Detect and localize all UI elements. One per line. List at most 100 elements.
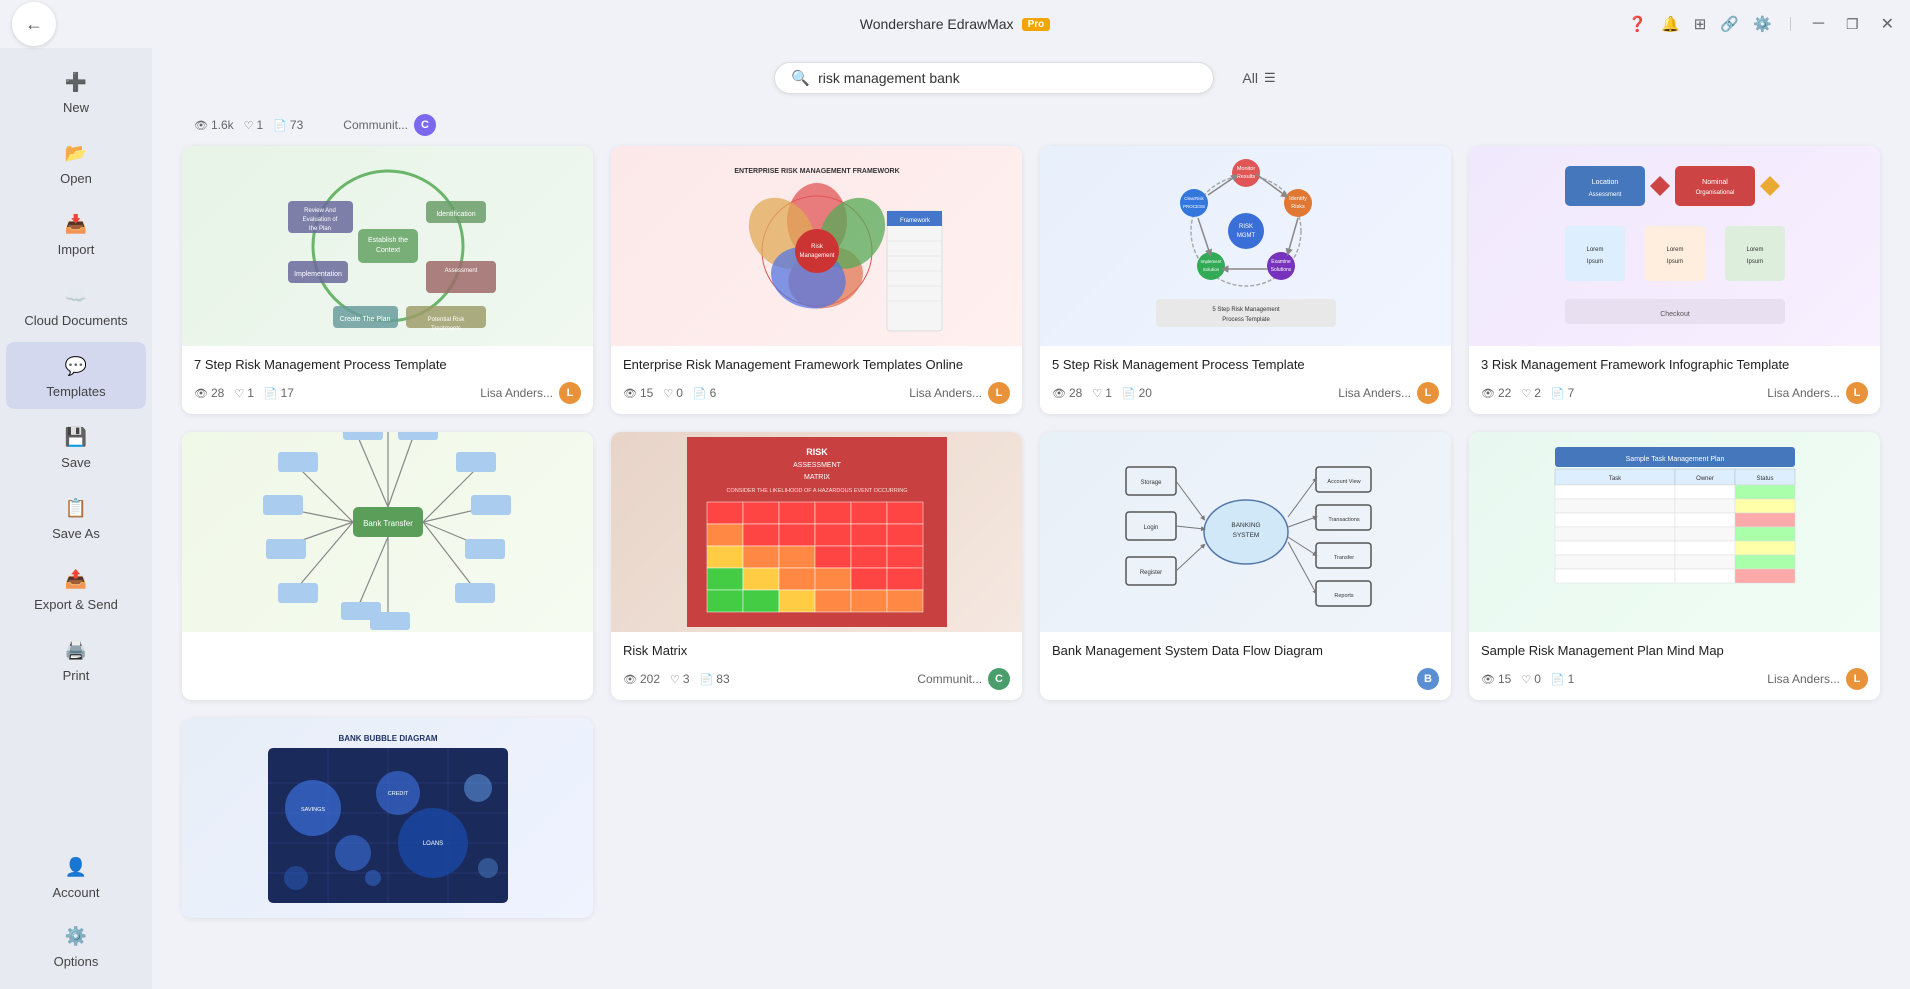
sidebar-item-options[interactable]: ⚙️ Options bbox=[6, 912, 146, 979]
card-riskmatrix[interactable]: RISK ASSESSMENT MATRIX CONSIDER THE LIKE… bbox=[611, 432, 1022, 700]
card-7step[interactable]: Establish the Context Review And Evaluat… bbox=[182, 146, 593, 414]
svg-text:Evaluation of: Evaluation of bbox=[302, 217, 337, 223]
thumb-svg-7step: Establish the Context Review And Evaluat… bbox=[258, 151, 518, 341]
svg-text:Transfer: Transfer bbox=[1333, 555, 1353, 561]
card-3risk[interactable]: Location Assessment Nominal Organisation… bbox=[1469, 146, 1880, 414]
sidebar-label-saveas: Save As bbox=[52, 526, 100, 541]
svg-text:Task: Task bbox=[1608, 476, 1621, 482]
svg-text:Lorem: Lorem bbox=[1746, 247, 1763, 253]
card-mindmap[interactable]: Bank Transfer bbox=[182, 432, 593, 700]
card-thumb-mindmap: Bank Transfer bbox=[182, 432, 593, 632]
help-icon[interactable]: ❓ bbox=[1628, 15, 1647, 33]
thumb-svg-riskmatrix: RISK ASSESSMENT MATRIX CONSIDER THE LIKE… bbox=[687, 437, 947, 627]
card-info-riskmatrix: Risk Matrix 👁202 ♡3 📄83 Communit... C bbox=[611, 632, 1022, 700]
sidebar-label-open: Open bbox=[60, 171, 92, 186]
views-icon: 👁 bbox=[194, 119, 208, 132]
svg-text:Location: Location bbox=[1591, 179, 1618, 186]
card-stats-3risk: 👁22 ♡2 📄7 bbox=[1481, 386, 1574, 400]
card-title-7step: 7 Step Risk Management Process Template bbox=[194, 356, 581, 374]
notification-icon[interactable]: 🔔 bbox=[1661, 15, 1680, 33]
card-author-sample: Lisa Anders... L bbox=[1767, 668, 1868, 690]
minimize-button[interactable]: ─ bbox=[1809, 15, 1828, 33]
card-5step[interactable]: RISK MGMT Monitor Results Identify Risks… bbox=[1040, 146, 1451, 414]
hamburger-icon: ☰ bbox=[1264, 70, 1276, 86]
svg-text:Risks: Risks bbox=[1291, 204, 1305, 210]
apps-icon[interactable]: ⊞ bbox=[1694, 15, 1707, 33]
avatar-3risk: L bbox=[1846, 382, 1868, 404]
card-stats-7step: 👁28 ♡1 📄17 bbox=[194, 386, 294, 400]
svg-text:Lorem: Lorem bbox=[1666, 247, 1683, 253]
svg-text:Sample Task Management Plan: Sample Task Management Plan bbox=[1625, 456, 1724, 463]
sidebar-item-cloud[interactable]: ☁️ Cloud Documents bbox=[6, 271, 146, 338]
sidebar-item-print[interactable]: 🖨️ Print bbox=[6, 626, 146, 693]
all-filter-button[interactable]: All ☰ bbox=[1230, 64, 1287, 92]
sidebar-item-new[interactable]: ➕ New bbox=[6, 58, 146, 125]
card-stats-bank: 👁- bbox=[1052, 672, 1073, 686]
restore-button[interactable]: ❐ bbox=[1842, 16, 1863, 33]
svg-text:Owner: Owner bbox=[1696, 476, 1714, 482]
avatar-bank: B bbox=[1417, 668, 1439, 690]
avatar-sample: L bbox=[1846, 668, 1868, 690]
content-area: 🔍 All ☰ 👁 1.6k ♡ 1 📄 73 bbox=[152, 48, 1910, 989]
sidebar-item-export[interactable]: 📤 Export & Send bbox=[6, 555, 146, 622]
card-thumb-enterprise: ENTERPRISE RISK MANAGEMENT FRAMEWORK Ris… bbox=[611, 146, 1022, 346]
search-icon: 🔍 bbox=[791, 69, 810, 87]
partial-stats-left: 👁 1.6k ♡ 1 📄 73 bbox=[194, 118, 303, 132]
card-title-enterprise: Enterprise Risk Management Framework Tem… bbox=[623, 356, 1010, 374]
sidebar-item-open[interactable]: 📂 Open bbox=[6, 129, 146, 196]
settings-icon[interactable]: ⚙️ bbox=[1753, 15, 1772, 33]
svg-text:ENTERPRISE RISK MANAGEMENT FRA: ENTERPRISE RISK MANAGEMENT FRAMEWORK bbox=[734, 168, 899, 175]
stat-likes: ♡ 1 bbox=[244, 118, 264, 132]
card-info-5step: 5 Step Risk Management Process Template … bbox=[1040, 346, 1451, 414]
thumb-svg-bubble: BANK BUBBLE DIAGRAM bbox=[258, 723, 518, 913]
card-meta-3risk: 👁22 ♡2 📄7 Lisa Anders... L bbox=[1481, 382, 1868, 404]
sidebar-label-save: Save bbox=[61, 455, 91, 470]
card-thumb-7step: Establish the Context Review And Evaluat… bbox=[182, 146, 593, 346]
svg-text:Lorem: Lorem bbox=[1586, 247, 1603, 253]
copies-icon: 📄 bbox=[273, 119, 287, 132]
svg-text:Storage: Storage bbox=[1140, 480, 1162, 486]
sidebar-item-saveas[interactable]: 📋 Save As bbox=[6, 484, 146, 551]
svg-text:Monitor: Monitor bbox=[1236, 166, 1255, 172]
close-button[interactable]: ✕ bbox=[1877, 14, 1898, 34]
avatar-7step: L bbox=[559, 382, 581, 404]
svg-text:Establish the: Establish the bbox=[367, 237, 407, 244]
sidebar-item-import[interactable]: 📥 Import bbox=[6, 200, 146, 267]
sidebar-item-save[interactable]: 💾 Save bbox=[6, 413, 146, 480]
pro-badge: Pro bbox=[1022, 18, 1051, 31]
card-meta-7step: 👁28 ♡1 📄17 Lisa Anders... L bbox=[194, 382, 581, 404]
svg-text:Organisational: Organisational bbox=[1695, 190, 1734, 196]
print-icon: 🖨️ bbox=[62, 636, 90, 664]
partial-top-row: 👁 1.6k ♡ 1 📄 73 Communit... C bbox=[172, 110, 1890, 146]
svg-text:Management: Management bbox=[799, 253, 834, 259]
card-bubble[interactable]: BANK BUBBLE DIAGRAM bbox=[182, 718, 593, 918]
app-name: Wondershare EdrawMax bbox=[860, 16, 1014, 32]
svg-text:Bank Transfer: Bank Transfer bbox=[363, 519, 413, 528]
sidebar-label-new: New bbox=[63, 100, 89, 115]
card-thumb-riskmatrix: RISK ASSESSMENT MATRIX CONSIDER THE LIKE… bbox=[611, 432, 1022, 632]
share-icon[interactable]: 🔗 bbox=[1720, 15, 1739, 33]
card-sample[interactable]: Sample Task Management Plan Task Owner S… bbox=[1469, 432, 1880, 700]
sidebar: ➕ New 📂 Open 📥 Import ☁️ Cloud Documents… bbox=[0, 48, 152, 989]
card-title-riskmatrix: Risk Matrix bbox=[623, 642, 1010, 660]
svg-text:Register: Register bbox=[1139, 570, 1161, 576]
back-button[interactable]: ← bbox=[12, 2, 56, 46]
thumb-svg-sample: Sample Task Management Plan Task Owner S… bbox=[1545, 437, 1805, 627]
sidebar-item-account[interactable]: 👤 Account bbox=[6, 843, 146, 910]
window-controls: ❓ 🔔 ⊞ 🔗 ⚙️ ─ ❐ ✕ bbox=[1628, 14, 1898, 34]
card-enterprise[interactable]: ENTERPRISE RISK MANAGEMENT FRAMEWORK Ris… bbox=[611, 146, 1022, 414]
thumb-svg-3risk: Location Assessment Nominal Organisation… bbox=[1545, 151, 1805, 341]
template-grid: Establish the Context Review And Evaluat… bbox=[172, 146, 1890, 918]
svg-text:Context: Context bbox=[375, 247, 399, 254]
sidebar-item-templates[interactable]: 💬 Templates bbox=[6, 342, 146, 409]
card-bank[interactable]: Storage Login Register BANKING SYSTEM Ac… bbox=[1040, 432, 1451, 700]
card-title-5step: 5 Step Risk Management Process Template bbox=[1052, 356, 1439, 374]
search-input[interactable] bbox=[818, 70, 1197, 86]
card-title-3risk: 3 Risk Management Framework Infographic … bbox=[1481, 356, 1868, 374]
search-box[interactable]: 🔍 bbox=[774, 62, 1214, 94]
svg-text:Potential Risk: Potential Risk bbox=[427, 317, 465, 323]
svg-text:ClearRisk: ClearRisk bbox=[1184, 196, 1204, 201]
svg-text:SAVINGS: SAVINGS bbox=[300, 807, 324, 813]
options-icon: ⚙️ bbox=[62, 922, 90, 950]
titlebar-left: ← bbox=[12, 0, 56, 54]
